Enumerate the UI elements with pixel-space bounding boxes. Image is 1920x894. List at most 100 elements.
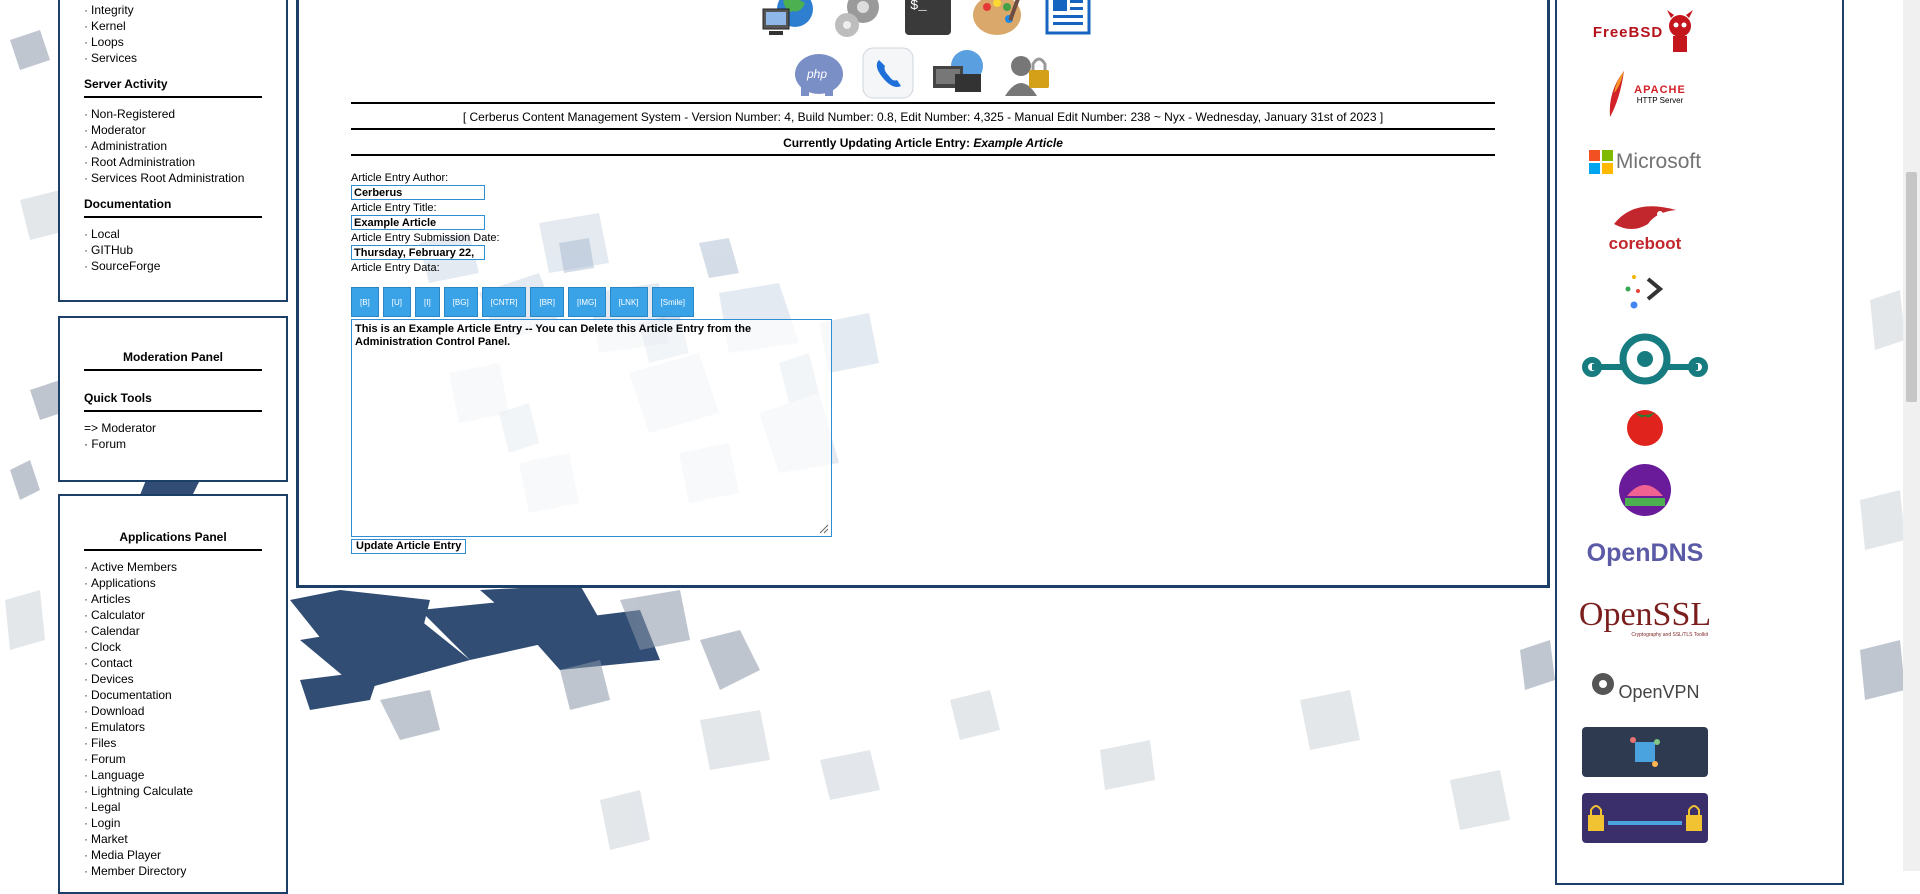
application-link[interactable]: Login <box>91 816 120 830</box>
openssl-logo[interactable]: OpenSSL Cryptography and SSL/TLS Toolkit <box>1579 593 1711 643</box>
application-link[interactable]: Articles <box>91 592 130 606</box>
list-item[interactable]: · GITHub <box>84 242 262 258</box>
line-break-button[interactable]: [BR] <box>530 287 564 317</box>
administration-panel: · Integrity · Kernel · Loops · Services Serv… <box>58 0 288 302</box>
freebsd-logo[interactable]: FreeBSD <box>1582 7 1708 57</box>
smile-button[interactable]: [Smile] <box>651 287 694 317</box>
list-item[interactable]: · Devices <box>84 671 262 687</box>
encryption-logo[interactable] <box>1582 793 1708 843</box>
palette-icon[interactable] <box>969 0 1027 41</box>
application-link[interactable]: Documentation <box>91 688 172 702</box>
application-link[interactable]: Files <box>91 736 116 750</box>
application-link[interactable]: Member Directory <box>91 864 186 878</box>
list-item[interactable]: · Contact <box>84 655 262 671</box>
apache-sublabel: HTTP Server <box>1636 95 1684 105</box>
application-link[interactable]: Legal <box>91 800 120 814</box>
terminal-icon[interactable]: $_ <box>899 0 957 41</box>
list-item[interactable]: · Login <box>84 815 262 831</box>
application-link[interactable]: Applications <box>91 576 156 590</box>
list-item[interactable]: · Clock <box>84 639 262 655</box>
list-item[interactable]: · Emulators <box>84 719 262 735</box>
openvpn-logo[interactable]: OpenVPN <box>1582 665 1708 709</box>
center-button[interactable]: [CNTR] <box>481 287 527 317</box>
list-item[interactable]: · Forum <box>84 751 262 767</box>
bullet: · <box>84 640 88 654</box>
list-item[interactable]: · Calendar <box>84 623 262 639</box>
network-nodes-icon <box>1630 737 1660 767</box>
list-item[interactable]: · Loops <box>84 34 262 50</box>
application-link[interactable]: Active Members <box>91 560 177 574</box>
list-item[interactable]: · SourceForge <box>84 258 262 274</box>
application-link[interactable]: Calculator <box>91 608 145 622</box>
gears-icon[interactable] <box>829 0 887 41</box>
list-item[interactable]: · Kernel <box>84 18 262 34</box>
newspaper-icon[interactable] <box>1039 0 1097 41</box>
coreboot-logo[interactable]: coreboot <box>1582 197 1708 257</box>
italic-button[interactable]: [I] <box>415 287 440 317</box>
author-field[interactable] <box>351 185 485 200</box>
phone-icon[interactable] <box>859 46 917 100</box>
lineageos-logo[interactable] <box>1582 329 1708 387</box>
list-item[interactable]: · Market <box>84 831 262 847</box>
list-item[interactable]: · Download <box>84 703 262 719</box>
list-item[interactable]: · Documentation <box>84 687 262 703</box>
network-logo[interactable] <box>1582 727 1708 777</box>
list-item[interactable]: · Files <box>84 735 262 751</box>
list-item[interactable]: · Services <box>84 50 262 66</box>
list-item[interactable]: · Calculator <box>84 607 262 623</box>
microsoft-logo[interactable]: Microsoft <box>1582 142 1708 182</box>
application-link[interactable]: Contact <box>91 656 132 670</box>
lotus-logo[interactable] <box>1582 462 1708 518</box>
list-item[interactable]: · Active Members <box>84 559 262 575</box>
underline-button[interactable]: [U] <box>382 287 412 317</box>
application-link[interactable]: Media Player <box>91 848 161 862</box>
bold-button[interactable]: [B] <box>351 287 379 317</box>
update-article-button[interactable]: Update Article Entry <box>351 539 467 554</box>
application-link[interactable]: Emulators <box>91 720 145 734</box>
apache-logo[interactable]: APACHE HTTP Server <box>1582 67 1708 121</box>
link-button[interactable]: [LNK] <box>609 287 648 317</box>
application-link[interactable]: Devices <box>91 672 134 686</box>
list-item[interactable]: · Integrity <box>84 2 262 18</box>
computer-globe-icon[interactable] <box>759 0 817 41</box>
quick-tool-forum[interactable]: · Forum <box>84 436 262 452</box>
application-link[interactable]: Download <box>91 704 144 718</box>
list-item[interactable]: · Legal <box>84 799 262 815</box>
svg-text:php: php <box>806 67 827 81</box>
list-item[interactable]: · Media Player <box>84 847 262 863</box>
admin-top-list: · Integrity · Kernel · Loops · Services <box>60 2 286 66</box>
list-item[interactable]: · Language <box>84 767 262 783</box>
tomato-logo[interactable] <box>1582 402 1708 448</box>
list-item[interactable]: · Services Root Administration <box>84 170 262 186</box>
application-link[interactable]: Lightning Calculate <box>91 784 193 798</box>
list-item[interactable]: · Administration <box>84 138 262 154</box>
application-link[interactable]: Language <box>91 768 144 782</box>
list-item[interactable]: · Local <box>84 226 262 242</box>
application-link[interactable]: Market <box>91 832 128 846</box>
list-item[interactable]: · Root Administration <box>84 154 262 170</box>
php-elephant-icon[interactable]: php <box>789 46 847 100</box>
image-button[interactable]: [IMG] <box>567 287 606 317</box>
scrollbar-thumb[interactable] <box>1906 172 1917 402</box>
quick-tool-moderator[interactable]: => Moderator <box>84 420 262 436</box>
background-button[interactable]: [BG] <box>443 287 478 317</box>
application-link[interactable]: Calendar <box>91 624 140 638</box>
list-item[interactable]: · Applications <box>84 575 262 591</box>
list-item[interactable]: · Articles <box>84 591 262 607</box>
resize-grip-icon[interactable] <box>819 524 829 534</box>
list-item[interactable]: · Member Directory <box>84 863 262 879</box>
title-field[interactable] <box>351 215 485 230</box>
list-item[interactable]: · Lightning Calculate <box>84 783 262 799</box>
user-lock-icon[interactable] <box>999 46 1057 100</box>
prompt-logo[interactable] <box>1582 267 1708 315</box>
network-globe-icon[interactable] <box>929 46 987 100</box>
article-data-textarea[interactable]: This is an Example Article Entry -- You … <box>351 319 832 537</box>
application-link[interactable]: Forum <box>91 752 126 766</box>
page-scrollbar[interactable] <box>1903 0 1920 871</box>
application-link[interactable]: Clock <box>91 640 121 654</box>
coreboot-hare-icon <box>1614 206 1676 229</box>
list-item[interactable]: · Non-Registered <box>84 106 262 122</box>
list-item[interactable]: · Moderator <box>84 122 262 138</box>
date-field[interactable] <box>351 245 485 260</box>
opendns-logo[interactable]: OpenDNS <box>1582 535 1708 571</box>
